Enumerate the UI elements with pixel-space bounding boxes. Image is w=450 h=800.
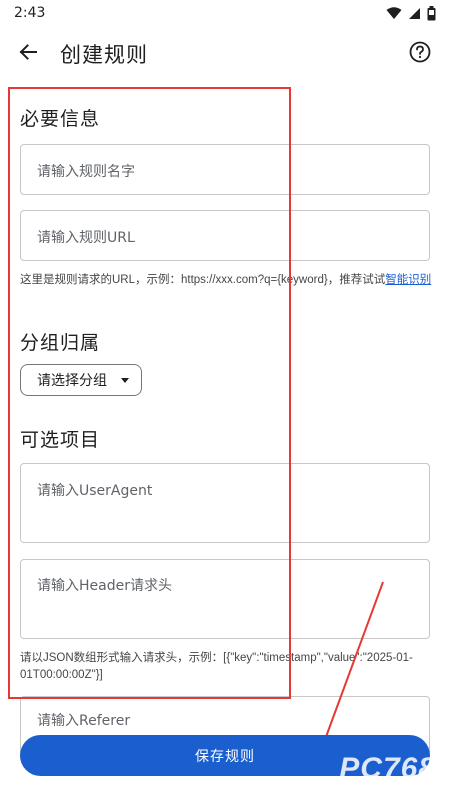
url-helper-prefix: 这里是规则请求的URL，示例：https://xxx.com?q={keywor…	[20, 274, 386, 286]
help-button[interactable]	[400, 34, 440, 74]
rule-name-placeholder: 请输入规则名字	[37, 164, 135, 180]
header-field[interactable]: 请输入Header请求头	[20, 559, 430, 639]
header-placeholder: 请输入Header请求头	[37, 578, 172, 594]
top-app-bar: 创建规则	[0, 26, 450, 82]
group-select-value: 请选择分组	[37, 373, 107, 389]
rule-url-placeholder: 请输入规则URL	[37, 230, 135, 246]
section-title-required: 必要信息	[20, 108, 101, 130]
battery-icon	[427, 5, 436, 21]
smart-detect-link[interactable]: 智能识别	[385, 274, 431, 286]
status-bar: 2:43	[0, 0, 450, 26]
user-agent-placeholder: 请输入UserAgent	[37, 483, 153, 499]
header-helper-text: 请以JSON数组形式输入请求头，示例：[{"key":"timestamp","…	[20, 652, 413, 681]
save-rule-label: 保存规则	[195, 748, 255, 765]
url-helper-text: 这里是规则请求的URL，示例：https://xxx.com?q={keywor…	[20, 272, 432, 289]
section-title-optional: 可选项目	[20, 429, 101, 451]
signal-icon	[408, 7, 421, 20]
wifi-icon	[386, 6, 402, 20]
referer-placeholder: 请输入Referer	[37, 713, 131, 729]
section-title-group: 分组归属	[20, 332, 101, 354]
help-circle-icon	[409, 41, 431, 67]
watermark-logo: PC768	[339, 752, 436, 785]
user-agent-field[interactable]: 请输入UserAgent	[20, 463, 430, 543]
page-title: 创建规则	[60, 43, 148, 67]
group-select-dropdown[interactable]: 请选择分组	[20, 364, 142, 396]
rule-name-field[interactable]: 请输入规则名字	[20, 144, 430, 195]
status-icons	[386, 5, 436, 21]
arrow-back-icon	[18, 42, 38, 66]
back-button[interactable]	[8, 34, 48, 74]
status-time: 2:43	[14, 5, 46, 21]
caret-down-icon	[121, 377, 129, 383]
rule-url-field[interactable]: 请输入规则URL	[20, 210, 430, 261]
